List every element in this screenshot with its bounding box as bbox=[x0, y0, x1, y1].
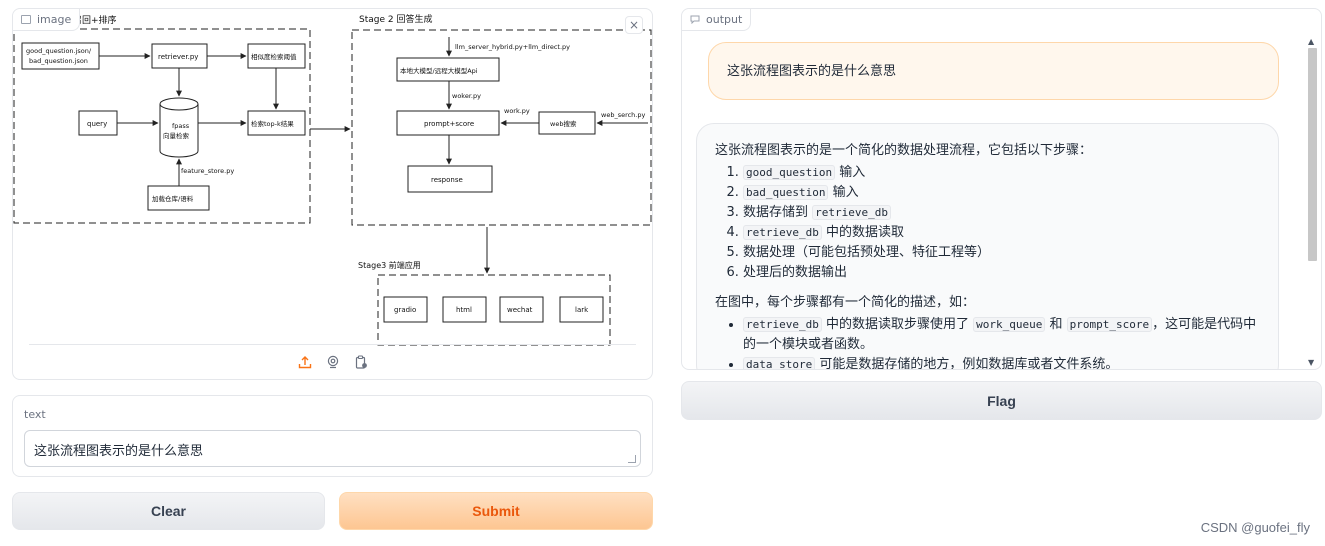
output-label-text: output bbox=[706, 13, 743, 26]
image-label-text: image bbox=[37, 13, 72, 26]
text-input[interactable]: 这张流程图表示的是什么意思 bbox=[24, 430, 641, 467]
node-prompt: prompt+score bbox=[424, 120, 474, 128]
stage2-title: Stage 2 回答生成 bbox=[359, 13, 432, 25]
step-text: 输入 bbox=[828, 185, 859, 200]
clear-button[interactable]: Clear bbox=[12, 492, 325, 530]
stage3-title: Stage3 前端应用 bbox=[358, 260, 421, 270]
bot-message: 这张流程图表示的是一个简化的数据处理流程，它包括以下步骤： good_quest… bbox=[696, 123, 1279, 369]
watermark: CSDN @guofei_fly bbox=[1200, 520, 1310, 535]
node-db-cylinder bbox=[159, 104, 199, 158]
list-item: 处理后的数据输出 bbox=[743, 263, 1260, 283]
inline-code: prompt_score bbox=[1066, 317, 1153, 332]
clipboard-icon bbox=[355, 355, 367, 369]
clipboard-button[interactable] bbox=[352, 353, 370, 371]
bullet-list: retrieve_db 中的数据读取步骤使用了 work_queue 和 pro… bbox=[743, 315, 1260, 369]
step-text: 输入 bbox=[835, 165, 866, 180]
inline-code: work_queue bbox=[973, 317, 1046, 332]
node-source-line2: bad_question.json bbox=[29, 57, 88, 65]
webcam-button[interactable] bbox=[324, 353, 342, 371]
node-source-line1: good_question.json/ bbox=[26, 47, 92, 55]
node-html: html bbox=[456, 306, 472, 314]
list-item: bad_question 输入 bbox=[743, 183, 1260, 203]
bot-intro: 这张流程图表示的是一个简化的数据处理流程，它包括以下步骤： bbox=[715, 143, 1093, 158]
inline-code: good_question bbox=[743, 165, 836, 180]
node-threshold: 相似度检索阈值 bbox=[251, 52, 297, 61]
node-db-line2: 向量检索 bbox=[163, 131, 190, 140]
webcam-icon bbox=[327, 355, 338, 369]
list-item: good_question 输入 bbox=[743, 163, 1260, 183]
node-query: query bbox=[87, 120, 107, 128]
text-input-panel: text 这张流程图表示的是什么意思 bbox=[12, 395, 653, 477]
flag-button[interactable]: Flag bbox=[681, 381, 1322, 420]
edge-worker: woker.py bbox=[452, 92, 481, 100]
flowchart-svg: 召回+排序 Stage 2 回答生成 Stage3 前端应用 good_ques… bbox=[13, 13, 652, 346]
inline-code: retrieve_db bbox=[743, 317, 822, 332]
bullet-text: 可能是数据存储的地方，例如数据库或者文件系统。 bbox=[815, 357, 1119, 369]
output-panel: output 这张流程图表示的是什么意思 这张流程图表示的是一个简化的数据处理流… bbox=[681, 8, 1322, 370]
inline-code: data_store bbox=[743, 357, 816, 369]
flowchart-image: 召回+排序 Stage 2 回答生成 Stage3 前端应用 good_ques… bbox=[13, 9, 652, 349]
node-db-line1: fpass bbox=[172, 122, 190, 130]
list-item: 数据存储到 retrieve_db bbox=[743, 203, 1260, 223]
step-text: 数据存储到 bbox=[743, 205, 813, 220]
steps-list: good_question 输入 bad_question 输入 数据存储到 r… bbox=[743, 163, 1260, 283]
chat-icon bbox=[690, 15, 700, 24]
close-icon: × bbox=[628, 18, 640, 32]
app-page: image × 召回+排序 Stage 2 回答生成 Stage3 前端应用 g… bbox=[0, 0, 1325, 546]
node-lark: lark bbox=[575, 306, 589, 314]
edge-web-search: web_serch.py bbox=[601, 111, 645, 119]
node-wechat: wechat bbox=[507, 306, 533, 314]
step-text: 中的数据读取 bbox=[821, 225, 904, 240]
bot-para2: 在图中，每个步骤都有一个简化的描述，如： bbox=[715, 295, 976, 310]
node-topk: 检索top-k结果 bbox=[251, 119, 294, 128]
edge-feature-store: feature_store.py bbox=[181, 167, 234, 175]
scroll-down-icon[interactable]: ▼ bbox=[1308, 358, 1314, 367]
inline-code: retrieve_db bbox=[812, 205, 891, 220]
scroll-up-icon[interactable]: ▲ bbox=[1308, 37, 1314, 46]
close-image-button[interactable]: × bbox=[625, 16, 643, 34]
submit-button[interactable]: Submit bbox=[339, 492, 653, 530]
step-text: 数据处理（可能包括预处理、特征工程等） bbox=[743, 245, 991, 260]
list-item: retrieve_db 中的数据读取 bbox=[743, 223, 1260, 243]
toolbar-divider bbox=[29, 344, 636, 345]
node-response: response bbox=[431, 176, 463, 184]
edge-llm-server: llm_server_hybrid.py+llm_direct.py bbox=[455, 43, 570, 51]
chat-area: 这张流程图表示的是什么意思 这张流程图表示的是一个简化的数据处理流程，它包括以下… bbox=[682, 33, 1306, 369]
node-retriever: retriever.py bbox=[158, 53, 198, 61]
step-text: 处理后的数据输出 bbox=[743, 265, 848, 280]
node-model: 本地大模型/远程大模型Api bbox=[400, 66, 478, 75]
user-message: 这张流程图表示的是什么意思 bbox=[708, 42, 1279, 100]
node-web: web搜索 bbox=[550, 119, 577, 128]
user-message-text: 这张流程图表示的是什么意思 bbox=[727, 64, 897, 79]
inline-code: bad_question bbox=[743, 185, 829, 200]
list-item: data_store 可能是数据存储的地方，例如数据库或者文件系统。 bbox=[743, 355, 1260, 369]
resize-handle[interactable] bbox=[628, 455, 636, 463]
image-icon bbox=[21, 15, 31, 24]
edge-work: work.py bbox=[504, 107, 530, 115]
upload-icon bbox=[298, 356, 311, 369]
image-panel: image × 召回+排序 Stage 2 回答生成 Stage3 前端应用 g… bbox=[12, 8, 653, 380]
node-knowledge: 加载仓库/语料 bbox=[152, 194, 194, 203]
bullet-text: 中的数据读取步骤使用了 bbox=[821, 317, 974, 332]
image-block-label: image bbox=[13, 9, 81, 31]
upload-button[interactable] bbox=[296, 353, 314, 371]
inline-code: retrieve_db bbox=[743, 225, 822, 240]
scroll-thumb[interactable] bbox=[1308, 48, 1317, 261]
list-item: retrieve_db 中的数据读取步骤使用了 work_queue 和 pro… bbox=[743, 315, 1260, 355]
bullet-text: 和 bbox=[1045, 317, 1067, 332]
output-block-label: output bbox=[682, 9, 752, 31]
image-source-toolbar bbox=[13, 353, 652, 375]
list-item: 数据处理（可能包括预处理、特征工程等） bbox=[743, 243, 1260, 263]
chat-scrollbar[interactable]: ▲ ▼ bbox=[1306, 33, 1318, 367]
text-label: text bbox=[24, 408, 46, 421]
node-gradio: gradio bbox=[394, 306, 416, 314]
